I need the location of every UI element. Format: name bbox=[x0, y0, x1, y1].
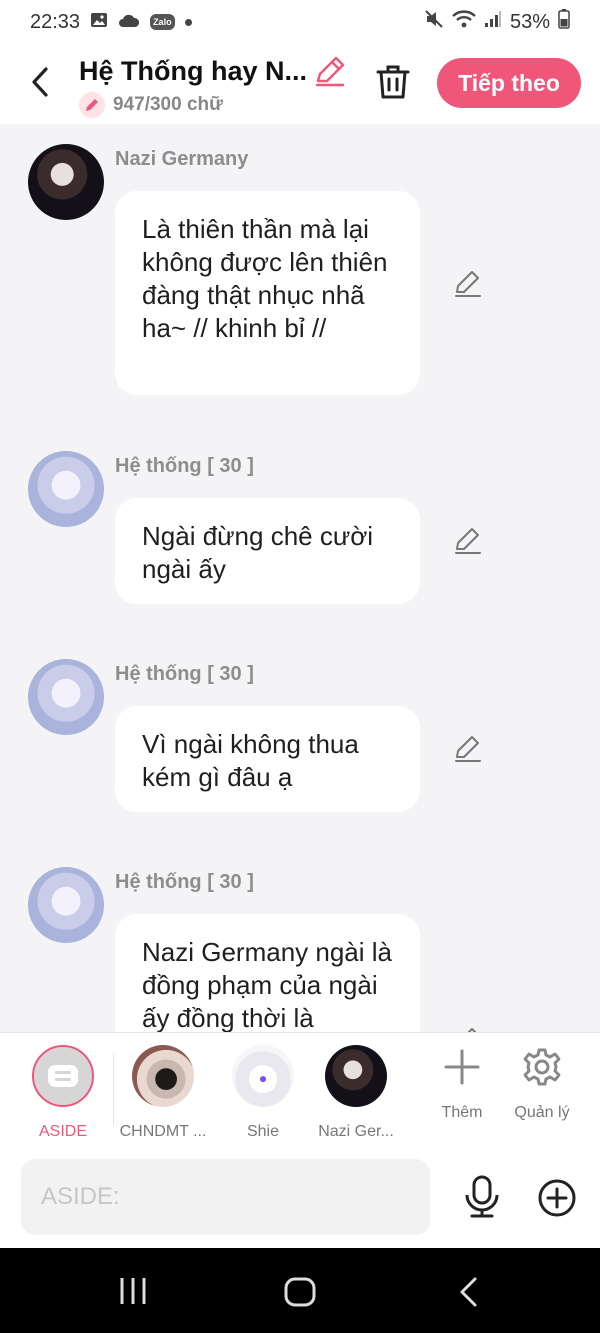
avatar bbox=[132, 1045, 194, 1107]
microphone-icon bbox=[465, 1175, 499, 1218]
status-bar: 22:33 Zalo 53% bbox=[0, 0, 600, 44]
recent-apps-button[interactable] bbox=[118, 1276, 148, 1306]
character-label: ASIDE bbox=[38, 1123, 87, 1140]
character-label: CHNDMT ... bbox=[119, 1123, 207, 1140]
header: Hệ Thống hay N... 947/300 chữ Tiếp theo bbox=[0, 44, 600, 124]
pencil-icon bbox=[455, 736, 481, 762]
pencil-icon bbox=[455, 528, 481, 554]
avatar bbox=[232, 1045, 294, 1107]
avatar[interactable] bbox=[28, 144, 104, 220]
pencil-icon bbox=[455, 271, 481, 297]
system-nav-bar bbox=[0, 1248, 600, 1333]
character-shie[interactable]: Shie bbox=[218, 1045, 308, 1141]
add-label: Thêm bbox=[441, 1104, 483, 1121]
next-button[interactable]: Tiếp theo bbox=[437, 58, 581, 108]
message-bubble[interactable]: Ngài đừng chê cười ngài ấy bbox=[115, 498, 420, 604]
avatar[interactable] bbox=[28, 867, 104, 943]
cloud-icon bbox=[118, 11, 140, 34]
character-aside[interactable]: ASIDE bbox=[18, 1045, 108, 1141]
avatar[interactable] bbox=[28, 451, 104, 527]
pencil-icon bbox=[467, 1028, 477, 1032]
edit-message-button[interactable] bbox=[452, 525, 484, 557]
avatar[interactable] bbox=[28, 659, 104, 735]
character-nazi-germany[interactable]: Nazi Ger... bbox=[311, 1045, 401, 1141]
chat-area[interactable]: Nazi Germany Là thiên thần mà lại không … bbox=[0, 124, 600, 1032]
attach-button[interactable] bbox=[536, 1177, 578, 1219]
message-bubble[interactable]: Nazi Germany ngài là đồng phạm của ngài … bbox=[115, 914, 420, 1032]
chat-bubble-icon bbox=[48, 1065, 78, 1087]
manage-button[interactable]: Quản lý bbox=[502, 1047, 582, 1122]
sender-name: Nazi Germany bbox=[115, 148, 249, 170]
pencil-icon bbox=[315, 56, 345, 87]
chevron-left-icon bbox=[32, 67, 48, 97]
gallery-icon bbox=[90, 11, 108, 34]
character-label: Shie bbox=[246, 1123, 280, 1140]
gear-icon bbox=[523, 1048, 561, 1086]
notification-dot-icon bbox=[184, 18, 192, 26]
edit-title-button[interactable] bbox=[313, 54, 347, 88]
recent-apps-icon bbox=[120, 1278, 146, 1304]
input-bar bbox=[0, 1147, 600, 1248]
character-bar: ASIDE CHNDMT ... Shie Nazi Ger... Thêm Q… bbox=[0, 1032, 600, 1147]
page-title[interactable]: Hệ Thống hay N... bbox=[79, 56, 307, 87]
back-button[interactable] bbox=[22, 62, 58, 102]
signal-icon bbox=[484, 10, 502, 34]
edit-message-button[interactable] bbox=[452, 268, 484, 300]
battery-icon bbox=[558, 9, 570, 35]
avatar bbox=[325, 1045, 387, 1107]
word-count: 947/300 chữ bbox=[113, 94, 223, 115]
message-input[interactable] bbox=[21, 1159, 430, 1235]
message-bubble[interactable]: Là thiên thần mà lại không được lên thiê… bbox=[115, 191, 420, 395]
aside-avatar bbox=[32, 1045, 94, 1107]
add-character-button[interactable]: Thêm bbox=[422, 1047, 502, 1122]
edit-message-button[interactable] bbox=[452, 733, 484, 765]
word-count-row: 947/300 chữ bbox=[79, 92, 223, 118]
nav-back-button[interactable] bbox=[456, 1276, 480, 1308]
mute-icon bbox=[424, 9, 444, 35]
plus-icon bbox=[444, 1049, 480, 1085]
trash-icon bbox=[376, 65, 410, 99]
status-time: 22:33 bbox=[30, 10, 81, 33]
delete-button[interactable] bbox=[374, 62, 412, 102]
message-bubble[interactable]: Vì ngài không thua kém gì đâu ạ bbox=[115, 706, 420, 812]
edit-message-button[interactable] bbox=[452, 1025, 484, 1032]
sender-name: Hệ thống [ 30 ] bbox=[115, 455, 254, 477]
manage-label: Quản lý bbox=[514, 1104, 570, 1121]
divider bbox=[113, 1055, 114, 1125]
battery-percent: 53% bbox=[509, 10, 550, 33]
back-arrow-icon bbox=[460, 1277, 477, 1307]
sender-name: Hệ thống [ 30 ] bbox=[115, 871, 254, 893]
pencil-icon bbox=[79, 92, 105, 118]
voice-button[interactable] bbox=[462, 1175, 502, 1219]
zalo-icon: Zalo bbox=[150, 14, 175, 30]
plus-circle-icon bbox=[538, 1179, 576, 1217]
character-chndmt[interactable]: CHNDMT ... bbox=[118, 1045, 208, 1141]
sender-name: Hệ thống [ 30 ] bbox=[115, 663, 254, 685]
home-icon bbox=[284, 1277, 316, 1307]
wifi-icon bbox=[452, 10, 476, 34]
home-button[interactable] bbox=[283, 1276, 317, 1308]
character-label: Nazi Ger... bbox=[318, 1123, 394, 1140]
